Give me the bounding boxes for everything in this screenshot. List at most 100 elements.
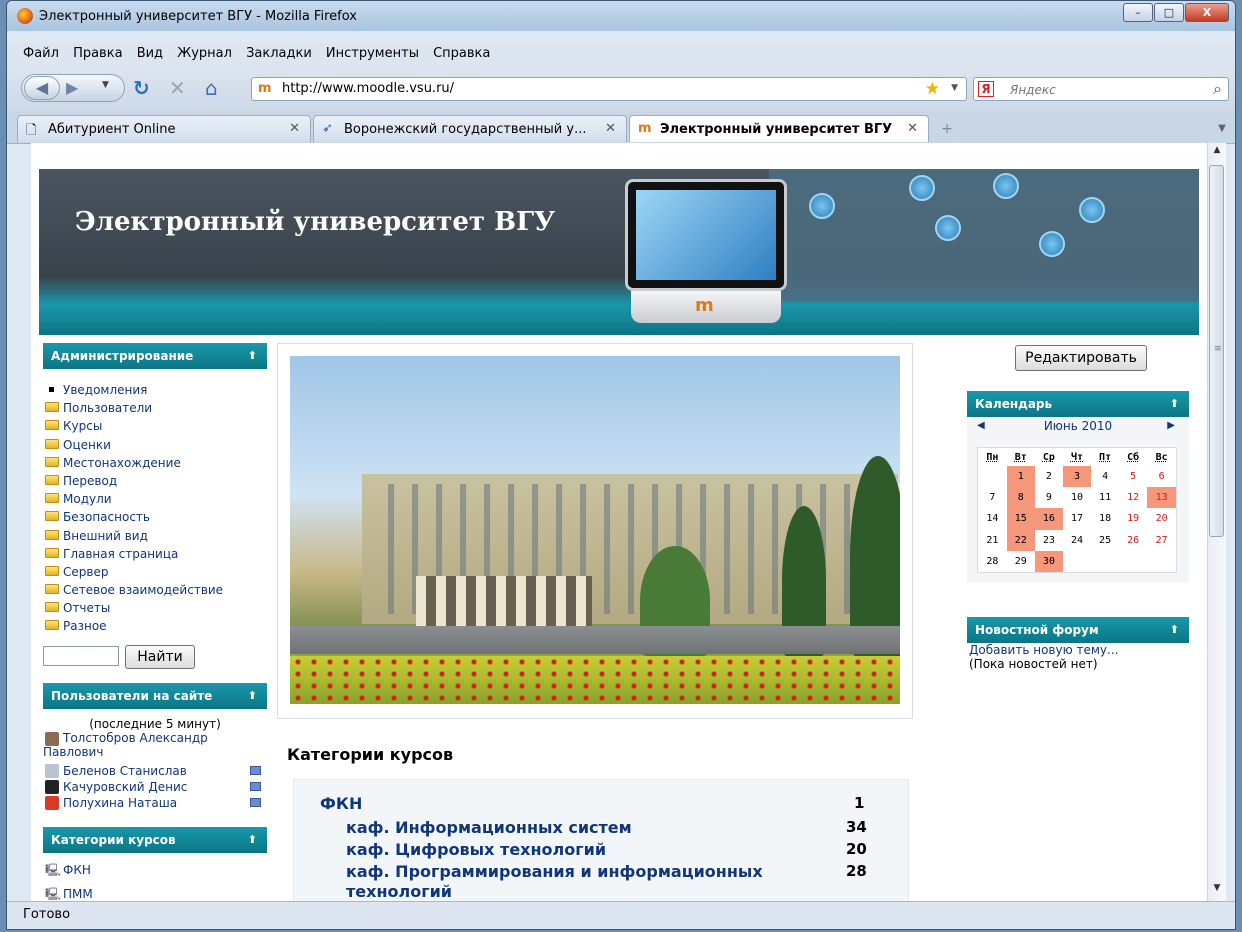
calendar-day[interactable]: 22 <box>1006 529 1035 551</box>
user-row[interactable]: Качуровский Денис <box>43 779 267 795</box>
calendar-day[interactable]: 10 <box>1063 487 1091 508</box>
message-icon[interactable] <box>250 766 261 775</box>
admin-item[interactable]: Главная страница <box>43 545 267 563</box>
menu-tools[interactable]: Инструменты <box>326 43 419 65</box>
category-link[interactable]: ФКН <box>320 794 362 813</box>
calendar-day[interactable]: 24 <box>1063 530 1091 551</box>
calendar-day[interactable]: 23 <box>1035 530 1063 551</box>
menu-bookmarks[interactable]: Закладки <box>246 43 312 65</box>
bookmark-star-icon[interactable]: ★ <box>925 79 940 99</box>
find-button[interactable]: Найти <box>125 645 195 669</box>
admin-item[interactable]: Местонахождение <box>43 454 267 472</box>
search-icon[interactable]: ⌕ <box>1213 79 1222 99</box>
calendar-day[interactable]: 13 <box>1147 487 1177 509</box>
calendar-day[interactable]: 29 <box>1007 551 1035 573</box>
calendar-day[interactable]: 5 <box>1119 466 1147 487</box>
collapse-icon[interactable]: ⬆ <box>248 827 257 853</box>
url-bar[interactable]: m http://www.moodle.vsu.ru/ ★ ▼ <box>251 77 967 101</box>
collapse-icon[interactable]: ⬆ <box>248 343 257 369</box>
calendar-day[interactable]: 27 <box>1147 530 1176 551</box>
close-tab-icon[interactable]: ✕ <box>907 121 918 136</box>
admin-item[interactable]: Оценки <box>43 436 267 454</box>
scroll-up-icon[interactable]: ▲ <box>1208 145 1226 161</box>
calendar-day[interactable]: 30 <box>1034 550 1063 573</box>
next-month-icon[interactable]: ▶ <box>1167 420 1175 431</box>
calendar-day[interactable]: 3 <box>1062 466 1092 488</box>
calendar-day[interactable]: 9 <box>1035 487 1063 508</box>
user-row[interactable]: Беленов Станислав <box>43 763 267 779</box>
vertical-scrollbar[interactable]: ▲ ≡ ▼ <box>1207 143 1226 901</box>
message-icon[interactable] <box>250 782 261 791</box>
maximize-button[interactable]: □ <box>1154 3 1184 22</box>
calendar-day[interactable]: 4 <box>1091 466 1119 487</box>
search-input[interactable] <box>1008 80 1192 100</box>
calendar-day[interactable]: 2 <box>1035 466 1063 487</box>
calendar-day[interactable]: 18 <box>1091 508 1119 529</box>
user-row[interactable]: Толстобров Александр Павлович <box>43 731 267 763</box>
calendar-day[interactable]: 12 <box>1119 487 1147 508</box>
url-dropdown-icon[interactable]: ▼ <box>951 83 958 93</box>
category-link[interactable]: каф. Программирования и информационных т… <box>346 862 816 901</box>
admin-item[interactable]: Модули <box>43 490 267 508</box>
admin-search-input[interactable] <box>43 645 119 666</box>
menu-help[interactable]: Справка <box>433 43 490 65</box>
close-button[interactable]: X <box>1185 3 1229 22</box>
minimize-button[interactable]: – <box>1123 3 1153 22</box>
calendar-day[interactable]: 25 <box>1091 530 1119 551</box>
add-topic-link[interactable]: Добавить новую тему... <box>967 643 1189 657</box>
calendar-day[interactable]: 7 <box>978 487 1007 508</box>
back-button[interactable]: ◀ <box>24 76 60 100</box>
category-link[interactable]: каф. Цифровых технологий <box>346 840 606 859</box>
close-tab-icon[interactable]: ✕ <box>289 121 300 136</box>
calendar-day[interactable]: 28 <box>978 551 1007 573</box>
search-bar[interactable]: Я ⌕ <box>973 77 1229 101</box>
admin-item[interactable]: Сервер <box>43 563 267 581</box>
admin-item[interactable]: Уведомления <box>43 381 267 399</box>
admin-item[interactable]: Отчеты <box>43 599 267 617</box>
calendar-day[interactable]: 15 <box>1006 508 1035 530</box>
scroll-thumb[interactable]: ≡ <box>1209 165 1224 537</box>
url-text[interactable]: http://www.moodle.vsu.ru/ <box>282 81 454 96</box>
admin-item[interactable]: Курсы <box>43 417 267 435</box>
calendar-month[interactable]: Июнь 2010 <box>967 419 1189 433</box>
admin-item[interactable]: Безопасность <box>43 508 267 526</box>
scroll-down-icon[interactable]: ▼ <box>1208 883 1226 899</box>
tab-moodle[interactable]: m Электронный университет ВГУ ✕ <box>629 115 929 142</box>
tab-abiturient[interactable]: 🗋 Абитуриент Online ✕ <box>17 115 311 142</box>
reload-icon[interactable]: ↻ <box>133 78 150 98</box>
edit-button[interactable]: Редактировать <box>1015 345 1147 371</box>
menu-edit[interactable]: Правка <box>73 43 122 65</box>
menu-history[interactable]: Журнал <box>177 43 232 65</box>
menu-file[interactable]: Файл <box>23 43 59 65</box>
category-link[interactable]: каф. Информационных систем <box>346 818 632 837</box>
calendar-day[interactable]: 11 <box>1091 487 1119 508</box>
calendar-day[interactable]: 16 <box>1034 508 1063 530</box>
home-icon[interactable]: ⌂ <box>205 78 218 98</box>
calendar-day[interactable]: 8 <box>1006 487 1035 509</box>
collapse-icon[interactable]: ⬆ <box>248 683 257 709</box>
stop-icon[interactable]: ✕ <box>169 78 186 98</box>
calendar-day[interactable]: 1 <box>1006 466 1035 488</box>
admin-item[interactable]: Пользователи <box>43 399 267 417</box>
calendar-day[interactable]: 19 <box>1119 508 1147 529</box>
message-icon[interactable] <box>250 798 261 807</box>
collapse-icon[interactable]: ⬆ <box>1170 617 1179 643</box>
category-link[interactable]: 🖳 ПММ <box>43 885 267 901</box>
calendar-day[interactable]: 20 <box>1147 508 1176 529</box>
yandex-engine-icon[interactable]: Я <box>978 81 994 97</box>
calendar-day[interactable]: 21 <box>978 530 1007 551</box>
category-link[interactable]: 🖳 ФКН <box>43 861 267 885</box>
forward-button[interactable]: ▶ <box>66 78 78 97</box>
admin-item[interactable]: Внешний вид <box>43 527 267 545</box>
tab-vsu[interactable]: ➶ Воронежский государственный у... ✕ <box>313 115 627 142</box>
admin-item[interactable]: Перевод <box>43 472 267 490</box>
close-tab-icon[interactable]: ✕ <box>605 121 616 136</box>
calendar-day[interactable]: 17 <box>1063 508 1091 529</box>
menu-view[interactable]: Вид <box>137 43 163 65</box>
collapse-icon[interactable]: ⬆ <box>1170 391 1179 417</box>
admin-item[interactable]: Сетевое взаимодействие <box>43 581 267 599</box>
history-dropdown-icon[interactable]: ▼ <box>102 80 109 90</box>
calendar-day[interactable]: 26 <box>1119 530 1147 551</box>
user-row[interactable]: Полухина Наташа <box>43 795 267 811</box>
new-tab-icon[interactable]: + <box>931 117 963 141</box>
